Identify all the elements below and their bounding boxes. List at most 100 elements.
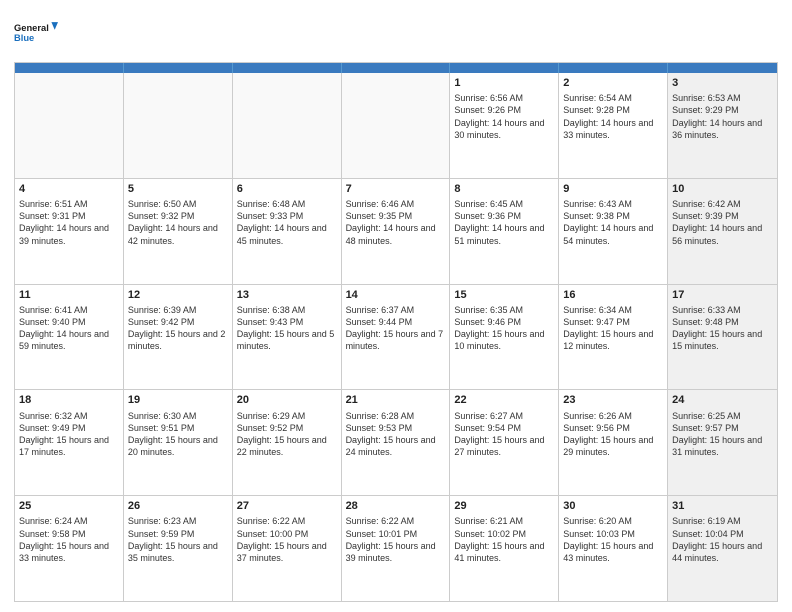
cal-cell-r4-c4: 29 Sunrise: 6:21 AM Sunset: 10:02 PM Dayl… xyxy=(450,496,559,601)
cell-info-r3-c5: Sunrise: 6:26 AM Sunset: 9:56 PM Dayligh… xyxy=(563,410,663,459)
cal-cell-r0-c1 xyxy=(124,73,233,178)
calendar: 1 Sunrise: 6:56 AM Sunset: 9:26 PM Daylig… xyxy=(14,62,778,602)
cell-info-r3-c3: Sunrise: 6:28 AM Sunset: 9:53 PM Dayligh… xyxy=(346,410,446,459)
cal-cell-r0-c0 xyxy=(15,73,124,178)
cell-info-r3-c2: Sunrise: 6:29 AM Sunset: 9:52 PM Dayligh… xyxy=(237,410,337,459)
cell-info-r1-c6: Sunrise: 6:42 AM Sunset: 9:39 PM Dayligh… xyxy=(672,198,773,247)
cell-info-r4-c0: Sunrise: 6:24 AM Sunset: 9:58 PM Dayligh… xyxy=(19,515,119,564)
cal-row-1: 4 Sunrise: 6:51 AM Sunset: 9:31 PM Daylig… xyxy=(15,179,777,285)
header: General Blue xyxy=(14,10,778,54)
cal-cell-r1-c2: 6Sunrise: 6:48 AM Sunset: 9:33 PM Daylig… xyxy=(233,179,342,284)
cal-cell-r1-c5: 9 Sunrise: 6:43 AM Sunset: 9:38 PM Daylig… xyxy=(559,179,668,284)
day-number-r2-c6: 17 xyxy=(672,288,773,302)
day-number-r1-c3: 7 xyxy=(346,182,446,196)
cal-row-4: 25 Sunrise: 6:24 AM Sunset: 9:58 PM Dayli… xyxy=(15,496,777,601)
cal-cell-r3-c5: 23 Sunrise: 6:26 AM Sunset: 9:56 PM Dayli… xyxy=(559,390,668,495)
header-friday xyxy=(559,63,668,73)
cell-info-r3-c4: Sunrise: 6:27 AM Sunset: 9:54 PM Dayligh… xyxy=(454,410,554,459)
day-number-r3-c3: 21 xyxy=(346,393,446,407)
day-number-r1-c5: 9 xyxy=(563,182,663,196)
day-number-r3-c1: 19 xyxy=(128,393,228,407)
cell-info-r3-c1: Sunrise: 6:30 AM Sunset: 9:51 PM Dayligh… xyxy=(128,410,228,459)
day-number-r2-c3: 14 xyxy=(346,288,446,302)
cell-info-r2-c6: Sunrise: 6:33 AM Sunset: 9:48 PM Dayligh… xyxy=(672,304,773,353)
svg-text:General: General xyxy=(14,23,49,33)
cal-cell-r4-c3: 28 Sunrise: 6:22 AM Sunset: 10:01 PM Dayl… xyxy=(342,496,451,601)
day-number-r3-c4: 22 xyxy=(454,393,554,407)
logo-svg: General Blue xyxy=(14,10,58,54)
cal-cell-r2-c1: 12Sunrise: 6:39 AM Sunset: 9:42 PM Dayli… xyxy=(124,285,233,390)
day-number-r2-c0: 11 xyxy=(19,288,119,302)
cal-cell-r4-c2: 27 Sunrise: 6:22 AM Sunset: 10:00 PM Dayl… xyxy=(233,496,342,601)
day-number-r2-c2: 13 xyxy=(237,288,337,302)
cal-cell-r2-c2: 13 Sunrise: 6:38 AM Sunset: 9:43 PM Dayli… xyxy=(233,285,342,390)
cell-info-r1-c0: Sunrise: 6:51 AM Sunset: 9:31 PM Dayligh… xyxy=(19,198,119,247)
svg-text:Blue: Blue xyxy=(14,33,34,43)
cell-info-r2-c4: Sunrise: 6:35 AM Sunset: 9:46 PM Dayligh… xyxy=(454,304,554,353)
cal-cell-r0-c5: 2Sunrise: 6:54 AM Sunset: 9:28 PM Daylig… xyxy=(559,73,668,178)
cal-cell-r4-c6: 31Sunrise: 6:19 AM Sunset: 10:04 PM Dayl… xyxy=(668,496,777,601)
cal-cell-r0-c2 xyxy=(233,73,342,178)
cal-cell-r3-c1: 19 Sunrise: 6:30 AM Sunset: 9:51 PM Dayli… xyxy=(124,390,233,495)
cell-info-r2-c5: Sunrise: 6:34 AM Sunset: 9:47 PM Dayligh… xyxy=(563,304,663,353)
cell-info-r4-c5: Sunrise: 6:20 AM Sunset: 10:03 PM Daylig… xyxy=(563,515,663,564)
day-number-r1-c1: 5 xyxy=(128,182,228,196)
cal-row-0: 1 Sunrise: 6:56 AM Sunset: 9:26 PM Daylig… xyxy=(15,73,777,179)
cell-info-r1-c4: Sunrise: 6:45 AM Sunset: 9:36 PM Dayligh… xyxy=(454,198,554,247)
header-wednesday xyxy=(342,63,451,73)
day-number-r4-c4: 29 xyxy=(454,499,554,513)
cal-cell-r2-c5: 16 Sunrise: 6:34 AM Sunset: 9:47 PM Dayli… xyxy=(559,285,668,390)
logo: General Blue xyxy=(14,10,58,54)
cal-cell-r2-c4: 15 Sunrise: 6:35 AM Sunset: 9:46 PM Dayli… xyxy=(450,285,559,390)
day-number-r4-c2: 27 xyxy=(237,499,337,513)
cell-info-r1-c1: Sunrise: 6:50 AM Sunset: 9:32 PM Dayligh… xyxy=(128,198,228,247)
cell-info-r4-c3: Sunrise: 6:22 AM Sunset: 10:01 PM Daylig… xyxy=(346,515,446,564)
cal-cell-r3-c6: 24Sunrise: 6:25 AM Sunset: 9:57 PM Dayli… xyxy=(668,390,777,495)
cal-row-2: 11 Sunrise: 6:41 AM Sunset: 9:40 PM Dayli… xyxy=(15,285,777,391)
day-number-r2-c1: 12 xyxy=(128,288,228,302)
day-number-r4-c6: 31 xyxy=(672,499,773,513)
day-number-r0-c4: 1 xyxy=(454,76,554,90)
cell-info-r2-c0: Sunrise: 6:41 AM Sunset: 9:40 PM Dayligh… xyxy=(19,304,119,353)
cell-info-r3-c0: Sunrise: 6:32 AM Sunset: 9:49 PM Dayligh… xyxy=(19,410,119,459)
day-number-r4-c0: 25 xyxy=(19,499,119,513)
cell-info-r4-c4: Sunrise: 6:21 AM Sunset: 10:02 PM Daylig… xyxy=(454,515,554,564)
page: General Blue 1 Sunrise: 6:56 AM Sunset: 9… xyxy=(0,0,792,612)
cell-info-r4-c2: Sunrise: 6:22 AM Sunset: 10:00 PM Daylig… xyxy=(237,515,337,564)
day-number-r1-c0: 4 xyxy=(19,182,119,196)
cal-cell-r3-c2: 20 Sunrise: 6:29 AM Sunset: 9:52 PM Dayli… xyxy=(233,390,342,495)
cal-cell-r2-c6: 17 Sunrise: 6:33 AM Sunset: 9:48 PM Dayli… xyxy=(668,285,777,390)
cell-info-r1-c3: Sunrise: 6:46 AM Sunset: 9:35 PM Dayligh… xyxy=(346,198,446,247)
cell-info-r4-c1: Sunrise: 6:23 AM Sunset: 9:59 PM Dayligh… xyxy=(128,515,228,564)
cell-info-r0-c5: Sunrise: 6:54 AM Sunset: 9:28 PM Dayligh… xyxy=(563,92,663,141)
cell-info-r2-c3: Sunrise: 6:37 AM Sunset: 9:44 PM Dayligh… xyxy=(346,304,446,353)
day-number-r3-c2: 20 xyxy=(237,393,337,407)
cell-info-r0-c6: Sunrise: 6:53 AM Sunset: 9:29 PM Dayligh… xyxy=(672,92,773,141)
cell-info-r2-c2: Sunrise: 6:38 AM Sunset: 9:43 PM Dayligh… xyxy=(237,304,337,353)
cal-cell-r0-c6: 3Sunrise: 6:53 AM Sunset: 9:29 PM Daylig… xyxy=(668,73,777,178)
day-number-r3-c0: 18 xyxy=(19,393,119,407)
cal-cell-r3-c0: 18 Sunrise: 6:32 AM Sunset: 9:49 PM Dayli… xyxy=(15,390,124,495)
cal-cell-r1-c3: 7 Sunrise: 6:46 AM Sunset: 9:35 PM Daylig… xyxy=(342,179,451,284)
day-number-r1-c6: 10 xyxy=(672,182,773,196)
cell-info-r1-c5: Sunrise: 6:43 AM Sunset: 9:38 PM Dayligh… xyxy=(563,198,663,247)
cal-cell-r2-c0: 11 Sunrise: 6:41 AM Sunset: 9:40 PM Dayli… xyxy=(15,285,124,390)
cell-info-r1-c2: Sunrise: 6:48 AM Sunset: 9:33 PM Dayligh… xyxy=(237,198,337,247)
header-tuesday xyxy=(233,63,342,73)
calendar-body: 1 Sunrise: 6:56 AM Sunset: 9:26 PM Daylig… xyxy=(15,73,777,601)
cal-cell-r0-c3 xyxy=(342,73,451,178)
cal-cell-r1-c6: 10 Sunrise: 6:42 AM Sunset: 9:39 PM Dayli… xyxy=(668,179,777,284)
cell-info-r0-c4: Sunrise: 6:56 AM Sunset: 9:26 PM Dayligh… xyxy=(454,92,554,141)
day-number-r2-c5: 16 xyxy=(563,288,663,302)
cal-cell-r1-c4: 8Sunrise: 6:45 AM Sunset: 9:36 PM Daylig… xyxy=(450,179,559,284)
day-number-r4-c5: 30 xyxy=(563,499,663,513)
header-saturday xyxy=(668,63,777,73)
day-number-r2-c4: 15 xyxy=(454,288,554,302)
day-number-r3-c5: 23 xyxy=(563,393,663,407)
cal-cell-r4-c5: 30 Sunrise: 6:20 AM Sunset: 10:03 PM Dayl… xyxy=(559,496,668,601)
cal-cell-r2-c3: 14 Sunrise: 6:37 AM Sunset: 9:44 PM Dayli… xyxy=(342,285,451,390)
calendar-header xyxy=(15,63,777,73)
day-number-r3-c6: 24 xyxy=(672,393,773,407)
cal-cell-r4-c0: 25 Sunrise: 6:24 AM Sunset: 9:58 PM Dayli… xyxy=(15,496,124,601)
day-number-r4-c3: 28 xyxy=(346,499,446,513)
